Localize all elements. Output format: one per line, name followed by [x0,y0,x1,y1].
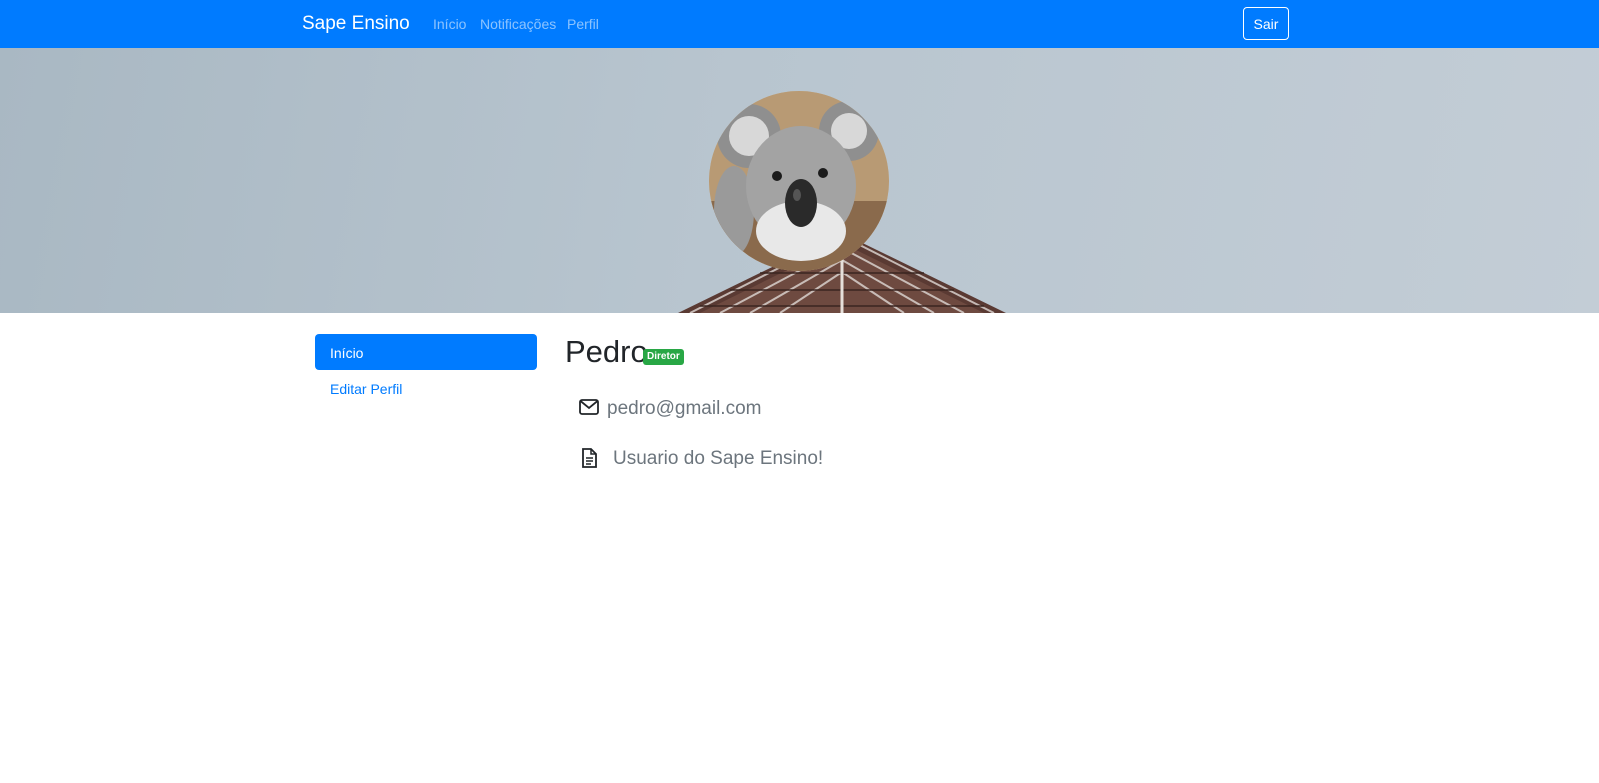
top-navbar: Sape Ensino Início Notificações Perfil S… [0,0,1599,48]
koala-avatar-image [709,91,889,271]
brand-link[interactable]: Sape Ensino [302,13,410,35]
profile-cover-banner [0,48,1599,313]
nav-link-notificacoes[interactable]: Notificações [480,16,556,32]
role-badge: Diretor [643,349,684,365]
profile-bio: Usuario do Sape Ensino! [613,448,824,469]
sidebar-item-editar-perfil[interactable]: Editar Perfil [315,370,537,406]
avatar [709,91,889,271]
sidebar-item-inicio[interactable]: Início [315,334,537,370]
nav-link-inicio[interactable]: Início [433,16,466,32]
envelope-icon [579,399,599,420]
profile-name: Pedro [565,334,648,369]
logout-button[interactable]: Sair [1243,7,1289,40]
document-icon [581,448,597,473]
profile-email: pedro@gmail.com [607,398,762,419]
nav-link-perfil[interactable]: Perfil [567,16,599,32]
